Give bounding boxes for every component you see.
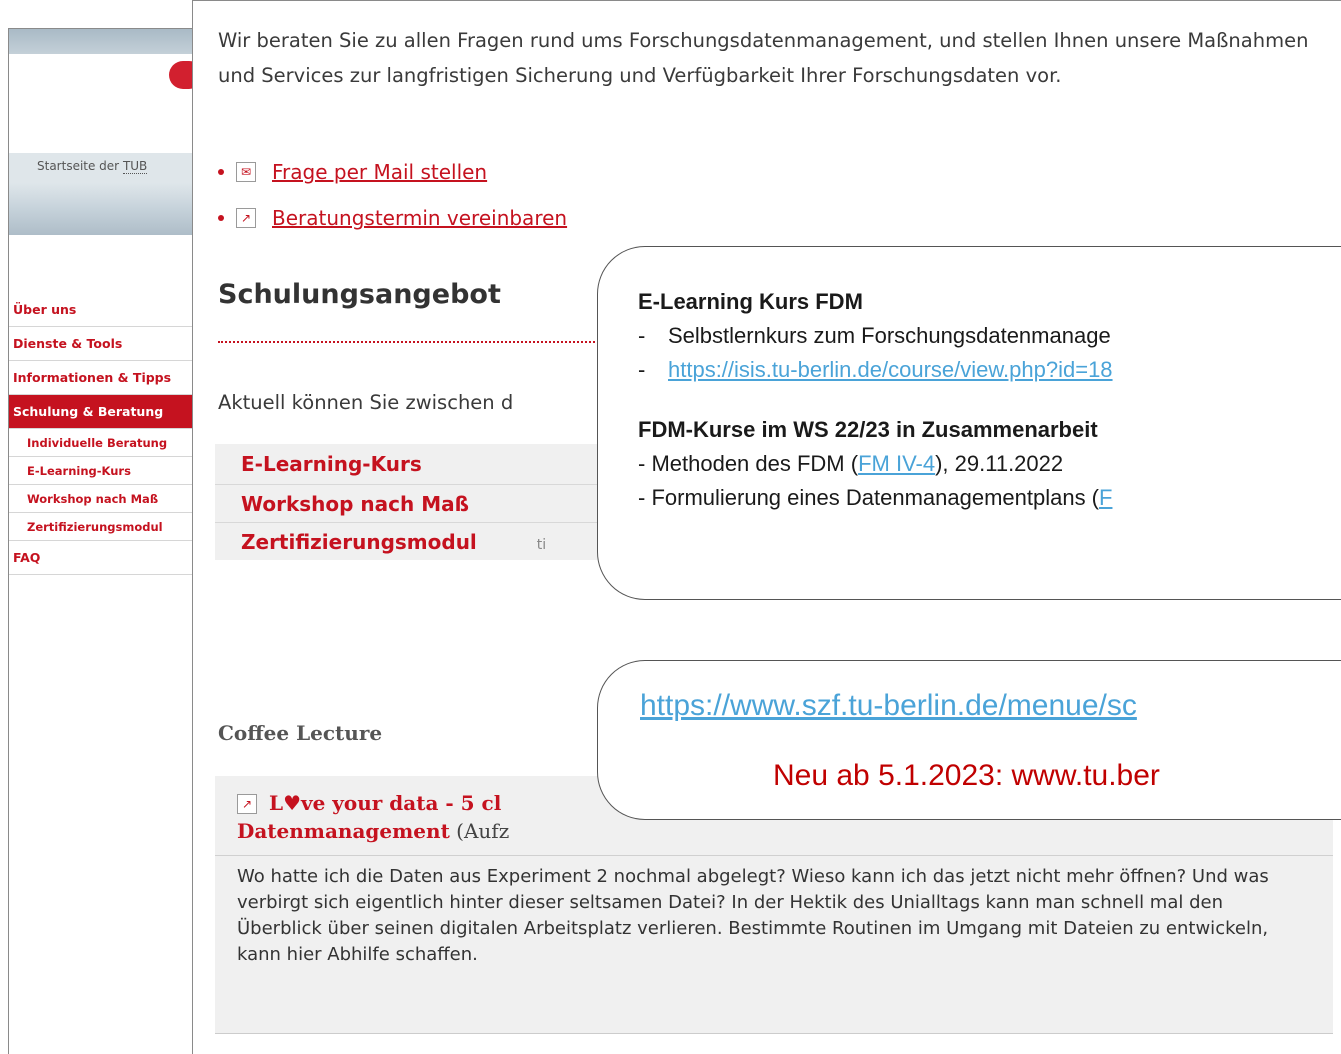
lecture-title-line2[interactable]: Datenmanagement: [237, 819, 450, 843]
callout-heading: E-Learning Kurs FDM: [638, 289, 863, 314]
course-label[interactable]: Zertifizierungsmodul: [241, 530, 477, 554]
appointment-link[interactable]: Beratungstermin vereinbaren: [272, 206, 567, 230]
bullet-icon: [218, 169, 224, 175]
home-link-text[interactable]: Startseite der: [37, 159, 123, 173]
nav-item-dienste-tools[interactable]: Dienste & Tools: [9, 327, 207, 361]
callout-text: Selbstlernkurs zum Forschungsdatenmanage: [668, 323, 1111, 348]
mail-question-link[interactable]: Frage per Mail stellen: [272, 160, 487, 184]
coffee-lecture-heading: Coffee Lecture: [218, 721, 383, 745]
callout-text: - Methoden des FDM (: [638, 451, 859, 476]
callout-line: - Methoden des FDM (FM IV-4), 29.11.2022: [638, 451, 1063, 477]
dash: -: [638, 357, 646, 382]
callout-text: - Formulierung eines Datenmanagementplan…: [638, 485, 1100, 510]
callout-heading-2: FDM-Kurse im WS 22/23 in Zusammenarbeit: [638, 417, 1098, 442]
callout-line: - Selbstlernkurs zum Forschungsdatenmanag…: [638, 323, 1111, 349]
lecture-description: Wo hatte ich die Daten aus Experiment 2 …: [237, 866, 1269, 965]
lecture-title[interactable]: L♥ve your data - 5 cl: [269, 791, 501, 815]
list-item: ✉ Frage per Mail stellen: [218, 149, 567, 195]
contact-link-list: ✉ Frage per Mail stellen ↗ Beratungsterm…: [218, 149, 567, 241]
callout-szf-link: https://www.szf.tu-berlin.de/menue/sc Ne…: [597, 660, 1341, 820]
nav-sub-individuelle-beratung[interactable]: Individuelle Beratung: [9, 429, 207, 457]
home-link[interactable]: Startseite der TUB: [9, 153, 207, 183]
callout-text: ), 29.11.2022: [935, 451, 1064, 476]
external-link-icon[interactable]: ↗: [236, 208, 256, 228]
callout-line: - Formulierung eines Datenmanagementplan…: [638, 485, 1112, 511]
section-title: Schulungsangebot: [218, 279, 501, 310]
nav-item-faq[interactable]: FAQ: [9, 541, 207, 575]
course-label[interactable]: Workshop nach Maß: [241, 492, 469, 516]
aktuell-text: Aktuell können Sie zwischen d: [218, 391, 514, 414]
external-link-icon[interactable]: ↗: [237, 794, 257, 814]
header-cloud-image: [9, 183, 207, 235]
home-link-abbr[interactable]: TUB: [122, 159, 148, 174]
szf-link[interactable]: https://www.szf.tu-berlin.de/menue/sc: [640, 689, 1137, 723]
nav-sub-e-learning-kurs[interactable]: E-Learning-Kurs: [9, 457, 207, 485]
sidebar-nav: Über uns Dienste & Tools Informationen &…: [9, 293, 207, 575]
mail-icon[interactable]: ✉: [236, 162, 256, 182]
dmp-course-link[interactable]: F: [1099, 485, 1112, 510]
nav-sub-workshop-nach-mass[interactable]: Workshop nach Maß: [9, 485, 207, 513]
fm-iv-4-link[interactable]: FM IV-4: [858, 451, 935, 476]
list-item: ↗ Beratungstermin vereinbaren: [218, 195, 567, 241]
course-description-fragment: ti: [536, 537, 547, 553]
lecture-note: (Aufz: [449, 819, 510, 843]
dash: -: [638, 323, 646, 348]
nav-item-ueber-uns[interactable]: Über uns: [9, 293, 207, 327]
new-url-notice: Neu ab 5.1.2023: www.tu.ber: [773, 759, 1160, 792]
callout-e-learning: E-Learning Kurs FDM - Selbstlernkurs zum …: [597, 246, 1341, 600]
course-label[interactable]: E-Learning-Kurs: [241, 452, 422, 476]
header-sky-image: [9, 29, 207, 54]
nav-item-schulung-beratung[interactable]: Schulung & Beratung: [9, 395, 207, 429]
isis-course-link[interactable]: https://isis.tu-berlin.de/course/view.ph…: [668, 357, 1113, 382]
bullet-icon: [218, 215, 224, 221]
nav-item-informationen-tipps[interactable]: Informationen & Tipps: [9, 361, 207, 395]
nav-sub-zertifizierungsmodul[interactable]: Zertifizierungsmodul: [9, 513, 207, 541]
sidebar-window: Startseite der TUB Über uns Dienste & To…: [8, 28, 208, 1054]
intro-paragraph: Wir beraten Sie zu allen Fragen rund ums…: [218, 29, 1309, 87]
callout-line: - https://isis.tu-berlin.de/course/view.p…: [638, 357, 1113, 383]
